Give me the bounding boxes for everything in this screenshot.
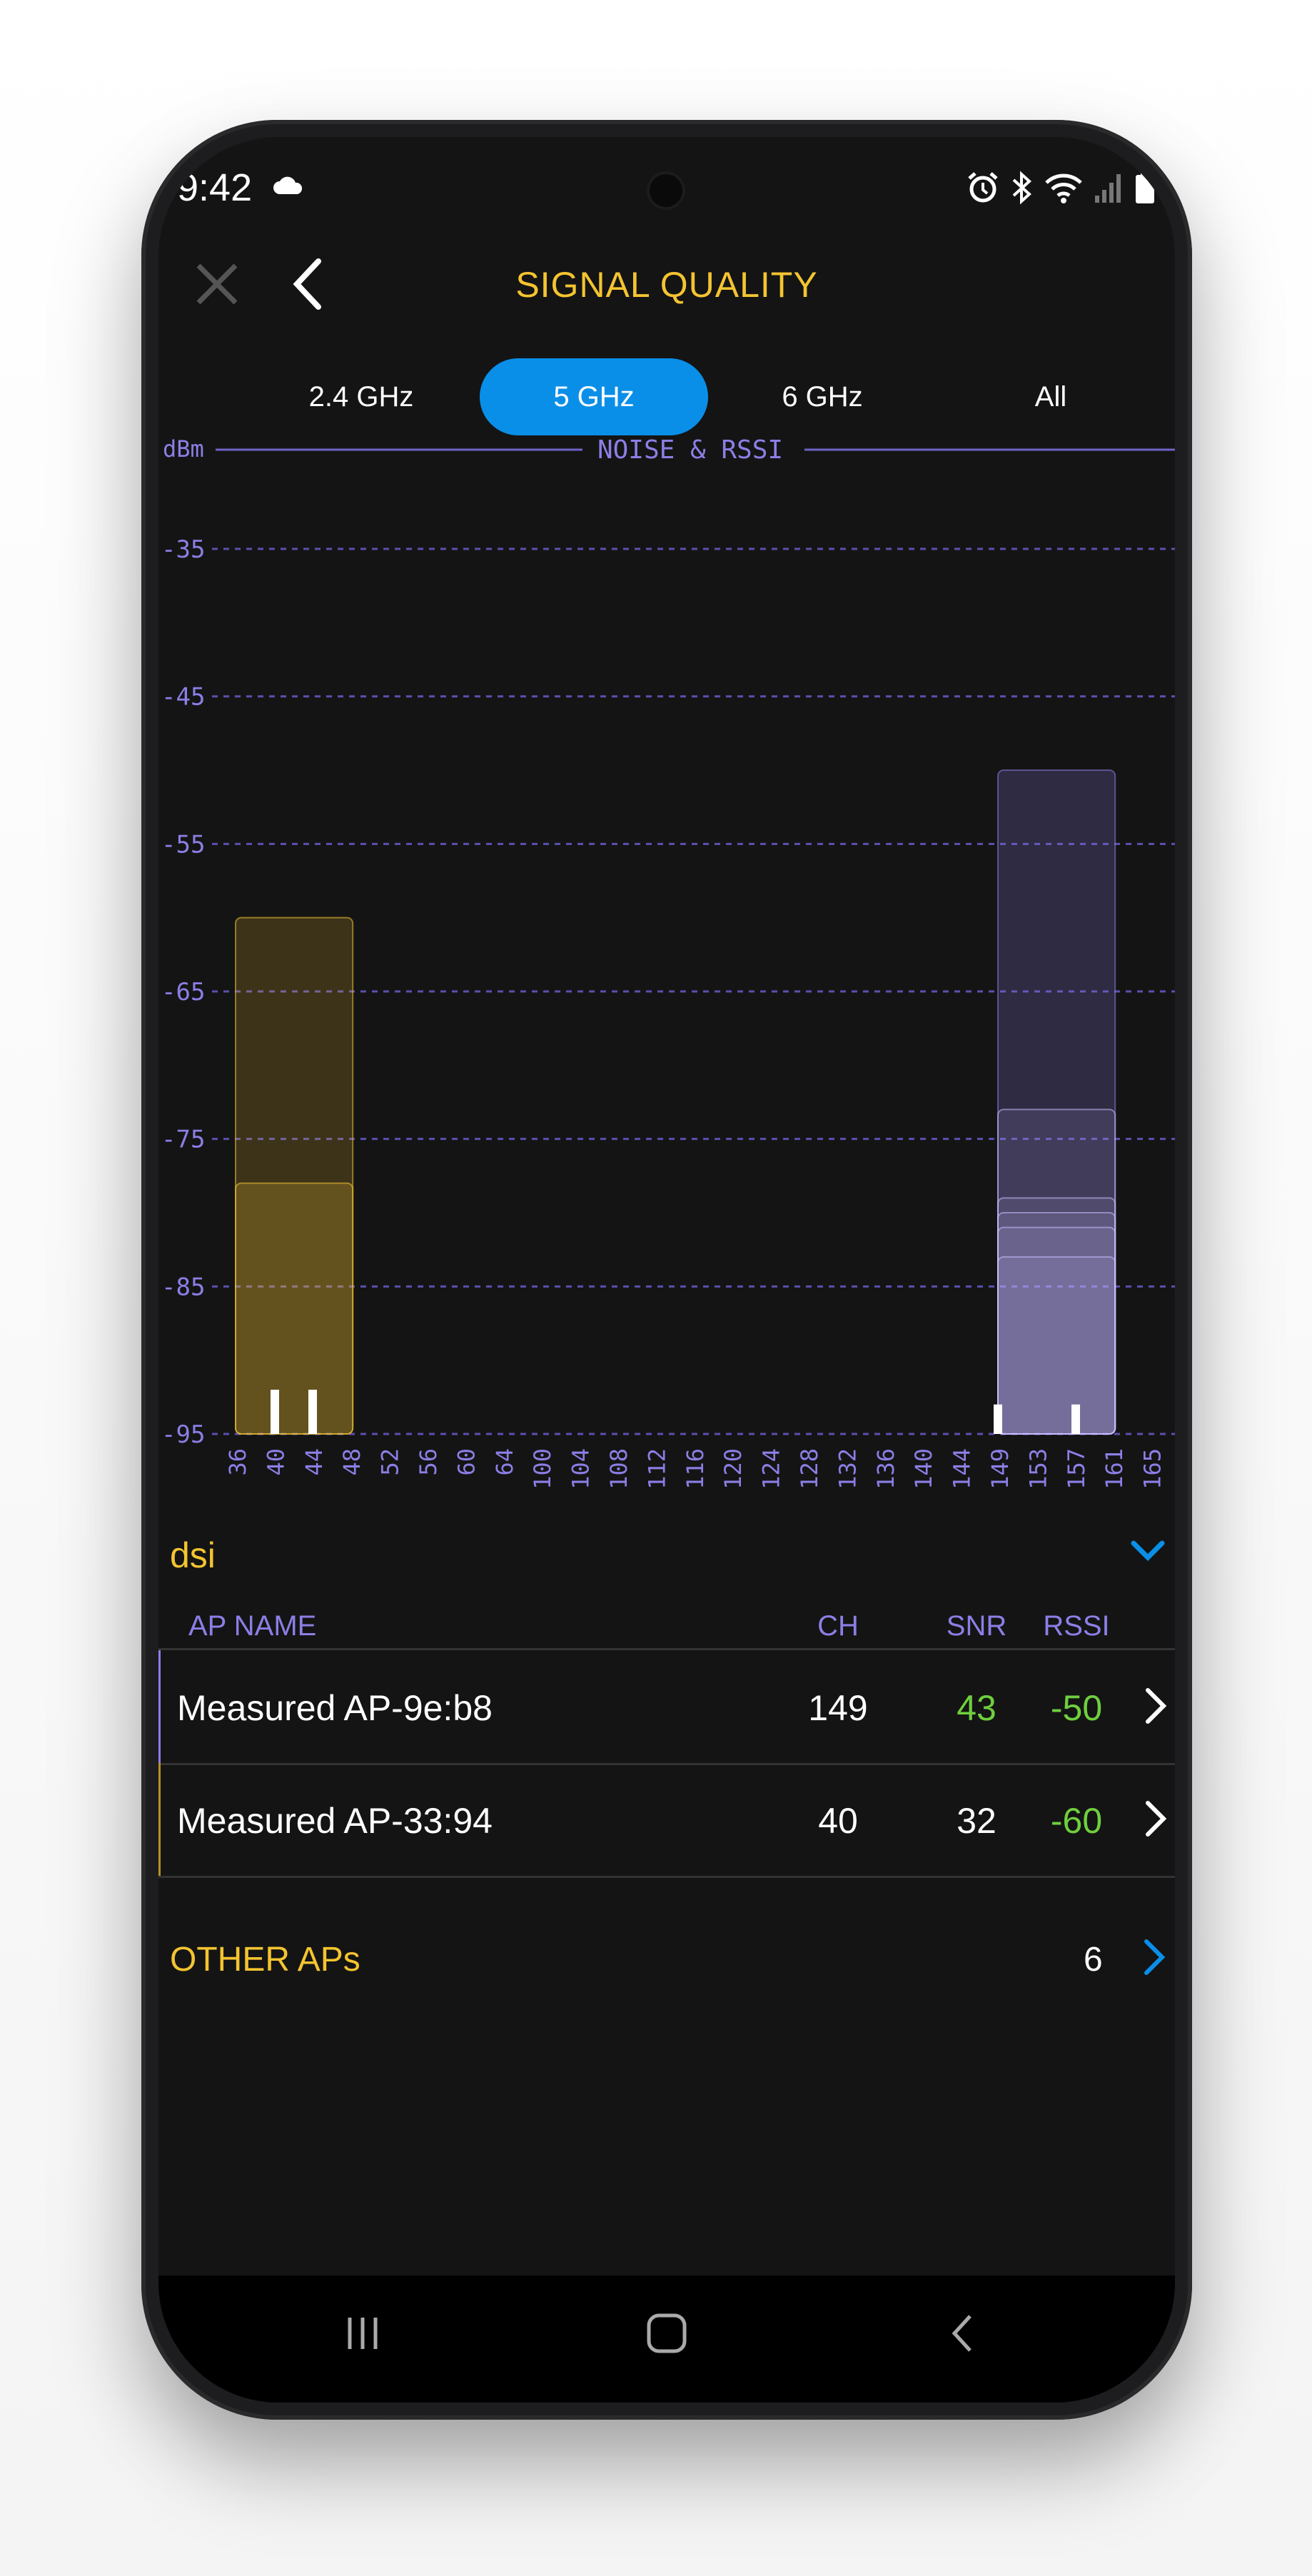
network-name[interactable]: dsi: [170, 1535, 216, 1576]
x-tick-label: 153: [1024, 1448, 1051, 1490]
ap-accent-bar: [158, 1763, 161, 1876]
x-tick-label: 112: [643, 1448, 670, 1490]
x-tick-label: 56: [415, 1448, 442, 1476]
y-tick-label: -35: [161, 535, 205, 564]
noise-rssi-chart: dBm NOISE & RSSI -35 -45 -55 -65 -75 -85 -95 36 40…: [161, 435, 1175, 1490]
ap-channel: 40: [818, 1801, 858, 1841]
tab-5-ghz[interactable]: 5 GHz: [480, 358, 708, 435]
x-tick-label: 144: [949, 1448, 976, 1490]
x-tick-label: 64: [491, 1448, 518, 1476]
noise-marker: [308, 1390, 317, 1434]
chevron-right-icon[interactable]: [1141, 1797, 1169, 1840]
column-header-rssi: RSSI: [1043, 1610, 1110, 1642]
y-tick-label: -55: [161, 830, 205, 859]
x-tick-label: 120: [720, 1448, 747, 1490]
app-screen: 9:42 SIGNAL QUALITY 2.4 GHz 5 GHz 6 GHz …: [158, 137, 1175, 2403]
ap-name: Measured AP-33:94: [177, 1801, 493, 1841]
other-aps-label[interactable]: OTHER APs: [170, 1940, 360, 1979]
chevron-down-icon[interactable]: [1128, 1536, 1168, 1565]
chevron-right-icon[interactable]: [1141, 1684, 1169, 1727]
ap-rssi: -60: [1050, 1801, 1103, 1841]
tab-6-ghz[interactable]: 6 GHz: [708, 358, 937, 435]
x-tick-label: 149: [986, 1448, 1014, 1490]
y-axis-unit-label: dBm: [163, 435, 204, 463]
column-header-snr: SNR: [946, 1610, 1007, 1642]
other-rssi-bar: [997, 1256, 1116, 1435]
noise-marker: [994, 1404, 1002, 1434]
x-tick-label: 161: [1101, 1448, 1128, 1490]
x-tick-label: 136: [872, 1448, 899, 1490]
x-tick-label: 140: [910, 1448, 937, 1490]
x-tick-label: 44: [301, 1448, 328, 1476]
home-icon[interactable]: [624, 2301, 710, 2365]
alarm-icon: [968, 172, 998, 203]
other-aps-count: 6: [1084, 1941, 1103, 1979]
ap-row[interactable]: Measured AP-9e:b8 149 43 -50: [158, 1648, 1175, 1765]
bluetooth-icon: [1012, 171, 1031, 205]
x-tick-label: 128: [796, 1448, 823, 1490]
x-tick-label: 132: [834, 1448, 861, 1490]
x-tick-label: 40: [262, 1448, 289, 1476]
ap-name: Measured AP-9e:b8: [177, 1688, 493, 1728]
ap-channel: 149: [808, 1688, 868, 1728]
tab-2-4-ghz[interactable]: 2.4 GHz: [247, 358, 475, 435]
x-tick-label: 100: [529, 1448, 556, 1490]
battery-icon: [1136, 171, 1154, 203]
tab-all[interactable]: All: [937, 358, 1165, 435]
cloud-icon: [273, 176, 303, 194]
ap-row[interactable]: Measured AP-33:94 40 32 -60: [158, 1763, 1175, 1878]
x-tick-label: 36: [224, 1448, 251, 1476]
other-rssi-bar: [235, 1182, 354, 1435]
back-nav-icon[interactable]: [919, 2301, 1005, 2365]
x-tick-label: 52: [377, 1448, 404, 1476]
noise-marker: [271, 1390, 279, 1434]
x-tick-label: 165: [1139, 1448, 1166, 1490]
signal-icon: [1095, 174, 1121, 203]
chart-title: NOISE & RSSI: [597, 435, 783, 465]
x-tick-label: 60: [453, 1448, 480, 1476]
chevron-right-icon[interactable]: [1139, 1936, 1168, 1979]
x-tick-label: 104: [567, 1448, 595, 1490]
y-tick-label: -45: [161, 683, 205, 712]
ap-snr: 43: [957, 1688, 996, 1728]
page-title: SIGNAL QUALITY: [515, 265, 818, 305]
x-tick-label: 124: [758, 1448, 785, 1490]
status-time: 9:42: [177, 166, 253, 209]
y-tick-label: -75: [161, 1126, 205, 1154]
y-tick-label: -65: [161, 978, 205, 1006]
x-tick-label: 108: [605, 1448, 632, 1490]
noise-marker: [1071, 1404, 1080, 1434]
ap-snr: 32: [957, 1801, 996, 1841]
recent-apps-icon[interactable]: [320, 2301, 405, 2365]
y-tick-label: -95: [161, 1420, 205, 1449]
y-tick-label: -85: [161, 1273, 205, 1301]
status-icons: [967, 170, 1155, 206]
ap-rssi: -50: [1050, 1688, 1103, 1728]
front-camera: [647, 171, 685, 210]
wifi-icon: [1045, 173, 1082, 203]
x-tick-label: 48: [338, 1448, 365, 1476]
column-header-ch: CH: [817, 1610, 859, 1642]
system-nav-bar: [158, 2276, 1175, 2403]
x-tick-label: 157: [1063, 1448, 1090, 1490]
ap-accent-bar: [158, 1650, 161, 1763]
x-tick-label: 116: [682, 1448, 709, 1490]
column-header-ap-name: AP NAME: [188, 1610, 317, 1642]
